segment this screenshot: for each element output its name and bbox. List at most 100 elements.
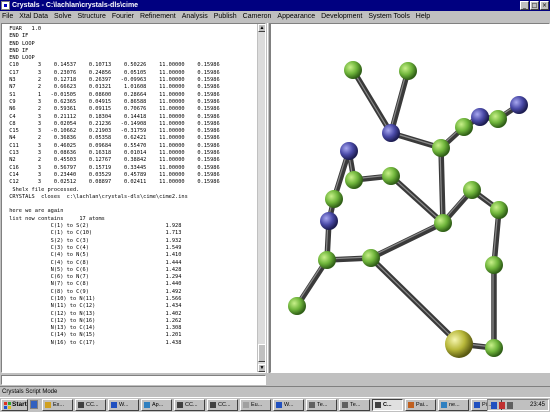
atom-s17[interactable] [445,330,473,358]
menu-system-tools[interactable]: System Tools [366,11,412,22]
taskbar-button[interactable]: Pai... [405,399,436,411]
taskbar-button[interactable]: W... [273,399,304,411]
menu-solve[interactable]: Solve [52,11,74,22]
atom-n13[interactable] [510,96,528,114]
atom-n11[interactable] [471,108,489,126]
minimize-button[interactable]: _ [520,1,529,10]
atom-c4[interactable] [432,139,450,157]
window-title: Crystals - C:\lachlan\crystals-dls\cime [12,2,139,9]
atom-c21[interactable] [463,181,481,199]
taskbar-button[interactable]: Eu... [240,399,271,411]
output-line: C13 3 0.08636 0.16318 0.01014 11.00000 0… [6,150,220,157]
bond-highlight [389,174,443,223]
bond-highlight [369,256,459,344]
atom-c1[interactable] [344,61,362,79]
output-line: N7 2 0.66623 0.01321 1.01608 11.00000 0.… [6,84,220,91]
tray-volume-icon[interactable] [507,402,513,409]
task-app-icon [243,402,249,408]
output-line: C(12) to N(13) 1.402 [6,310,182,317]
output-line: C(14) to N(15) 1.201 [6,332,182,339]
atom-c20[interactable] [490,201,508,219]
output-line: N(13) to C(14) 1.308 [6,325,182,332]
atom-c6[interactable] [325,190,343,208]
output-line: list now contains 17 atoms [6,215,105,222]
output-line: N(16) to C(17) 1.438 [6,339,182,346]
scroll-thumb[interactable] [258,344,265,362]
atom-n7[interactable] [320,212,338,230]
menu-refinement[interactable]: Refinement [138,11,178,22]
taskbar-button[interactable]: CC... [75,399,106,411]
task-app-icon [375,402,381,408]
menu-appearance[interactable]: Appearance [275,11,317,22]
task-label: W... [284,402,294,408]
task-label: Ap... [152,402,164,408]
atom-c12[interactable] [489,110,507,128]
atom-n5[interactable] [340,142,358,160]
output-line: N3 2 0.12718 0.26397 -0.09963 11.00000 0… [6,77,220,84]
taskbar-button[interactable]: ne... [438,399,469,411]
start-button[interactable]: Start [1,399,28,411]
task-label: CC... [218,402,231,408]
taskbar-button[interactable]: CC... [174,399,205,411]
output-line: C(4) to C(8) 1.444 [6,259,182,266]
tray-network-icon[interactable] [491,402,497,409]
taskbar-button[interactable]: Te... [339,399,370,411]
output-line: C(3) to C(4) 1.549 [6,244,182,251]
task-label: C... [383,402,392,408]
menu-help[interactable]: Help [414,11,432,22]
taskbar-button[interactable]: Te... [306,399,337,411]
taskbar: Start Ex... CC... W... Ap... CC... CC... Eu...… [0,397,550,412]
text-output-panel[interactable]: FUAR 1.0 END IF END LOOP END IF END LOOP… [1,23,266,373]
output-line: C8 3 0.02054 0.21236 -0.14908 11.00000 0… [6,120,220,127]
atom-c22[interactable] [434,214,452,232]
maximize-button[interactable]: □ [530,1,539,10]
taskbar-button[interactable]: Ap... [141,399,172,411]
taskbar-button[interactable]: CC... [207,399,238,411]
quicklaunch-desktop-icon[interactable] [30,400,38,409]
molecule-canvas[interactable] [271,24,549,372]
output-line: S1 1 -0.01505 0.08600 0.28664 11.00000 0… [6,91,220,98]
menu-analysis[interactable]: Analysis [180,11,210,22]
atom-c10[interactable] [455,118,473,136]
atom-c15[interactable] [345,171,363,189]
output-line: C11 3 0.46025 0.09684 0.55470 11.00000 0… [6,142,220,149]
task-label: Eu... [251,402,263,408]
tray-antivirus-icon[interactable] [499,402,505,409]
scroll-down-button[interactable]: ▼ [258,364,265,372]
output-line: END IF [6,47,29,54]
system-tray: 23:45 [487,399,549,411]
menu-development[interactable]: Development [319,11,364,22]
vertical-scrollbar[interactable]: ▲ ▼ [257,24,265,372]
command-input[interactable] [1,375,266,385]
crystals-window: Crystals - C:\lachlan\crystals-dls\cime … [0,0,550,412]
output-line: N(11) to C(12) 1.434 [6,303,182,310]
atom-n3[interactable] [382,124,400,142]
scroll-up-button[interactable]: ▲ [258,24,265,32]
menu-file[interactable]: File [0,11,15,22]
atom-c9[interactable] [288,297,306,315]
molecule-view[interactable] [270,23,550,373]
atom-c16[interactable] [362,249,380,267]
taskbar-button[interactable]: Ex... [42,399,73,411]
atom-c18[interactable] [485,339,503,357]
atom-c19[interactable] [485,256,503,274]
task-app-icon [144,402,150,408]
output-line: S(2) to C(3) 1.932 [6,237,182,244]
menu-xtal-data[interactable]: Xtal Data [17,11,50,22]
menu-fourier[interactable]: Fourier [110,11,136,22]
clock: 23:45 [529,402,545,408]
menu-cameron[interactable]: Cameron [241,11,274,22]
atom-c14[interactable] [382,167,400,185]
atom-c2[interactable] [399,62,417,80]
app-icon[interactable] [1,1,10,10]
start-label: Start [12,401,27,408]
output-line: C4 3 0.21112 0.18304 0.14418 11.00000 0.… [6,113,220,120]
taskbar-button[interactable]: C... [372,399,403,411]
menu-structure[interactable]: Structure [75,11,107,22]
menu-publish[interactable]: Publish [212,11,239,22]
close-button[interactable]: × [540,1,549,10]
taskbar-button[interactable]: W... [108,399,139,411]
title-bar[interactable]: Crystals - C:\lachlan\crystals-dls\cime … [0,0,550,11]
output-line: END LOOP [6,55,35,62]
atom-c8[interactable] [318,251,336,269]
